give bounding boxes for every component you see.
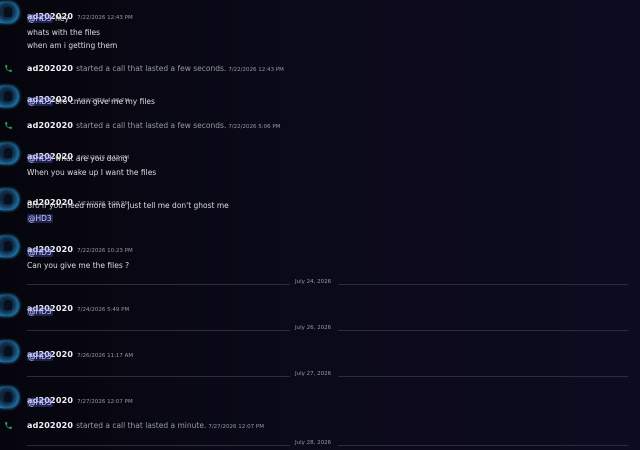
- user-mention[interactable]: @HD3: [27, 352, 53, 361]
- message-text: @HD3 hey: [27, 14, 69, 23]
- user-mention[interactable]: @HD3: [27, 398, 53, 407]
- message-list: ad202020 7/22/2026 12:43 PM @HD3 hey what…: [0, 0, 640, 450]
- message-timestamp: 7/22/2026 12:43 PM: [77, 15, 133, 21]
- call-event: ad202020 started a call that lasted a min…: [27, 421, 264, 430]
- call-event: ad202020 started a call that lasted a few…: [27, 64, 284, 73]
- call-event: ad202020 started a call that lasted a few…: [27, 121, 280, 130]
- user-mention[interactable]: @HD3: [27, 214, 53, 223]
- message-text: @HD3: [27, 307, 53, 316]
- username[interactable]: ad202020: [27, 421, 73, 430]
- username[interactable]: ad202020: [27, 64, 73, 73]
- date-divider: July 28, 2026: [0, 440, 640, 450]
- phone-icon: [5, 122, 12, 129]
- call-timestamp: 7/22/2026 12:43 PM: [228, 67, 284, 73]
- message-content: bro cmon give me my files: [55, 97, 155, 106]
- user-avatar[interactable]: [0, 236, 19, 257]
- message-text: @HD3: [27, 352, 53, 361]
- user-mention[interactable]: @HD3: [27, 248, 53, 257]
- user-avatar[interactable]: [0, 2, 19, 23]
- user-avatar[interactable]: [0, 295, 19, 316]
- user-mention[interactable]: @HD3: [27, 14, 53, 23]
- user-avatar[interactable]: [0, 387, 19, 408]
- date-divider: July 27, 2026: [0, 371, 640, 381]
- user-avatar[interactable]: [0, 86, 19, 107]
- call-description: started a call that lasted a minute.: [76, 421, 207, 430]
- message-content: hey: [55, 14, 69, 23]
- call-description: started a call that lasted a few seconds…: [76, 64, 227, 73]
- phone-icon: [5, 65, 12, 72]
- message-text: When you wake up I want the files: [27, 168, 157, 177]
- date-divider-label: July 26, 2026: [295, 325, 332, 331]
- message-text: @HD3: [27, 214, 53, 223]
- message-timestamp: 7/26/2026 11:17 AM: [77, 353, 134, 359]
- user-mention[interactable]: @HD3: [27, 154, 53, 163]
- message-text: @HD3: [27, 398, 53, 407]
- message-text: @HD3 bro cmon give me my files: [27, 97, 155, 106]
- user-mention[interactable]: @HD3: [27, 307, 53, 316]
- date-divider-label: July 27, 2026: [295, 371, 332, 377]
- message-text: Can you give me the files ?: [27, 261, 130, 270]
- call-timestamp: 7/27/2026 12:07 PM: [208, 424, 264, 430]
- call-description: started a call that lasted a few seconds…: [76, 121, 227, 130]
- username[interactable]: ad202020: [27, 121, 73, 130]
- message-text: @HD3: [27, 248, 53, 257]
- date-divider-label: July 24, 2026: [295, 279, 332, 285]
- message-content: what are you doing: [55, 154, 128, 163]
- message-text: Bro if you need more time just tell me d…: [27, 201, 229, 210]
- user-avatar[interactable]: [0, 341, 19, 362]
- call-timestamp: 7/22/2026 5:06 PM: [228, 124, 281, 130]
- user-avatar[interactable]: [0, 189, 19, 210]
- message-text: whats with the files: [27, 28, 101, 37]
- user-avatar[interactable]: [0, 143, 19, 164]
- message-text: @HD3 what are you doing: [27, 154, 128, 163]
- message-timestamp: 7/22/2026 10:23 PM: [77, 248, 133, 254]
- date-divider: July 24, 2026: [0, 279, 640, 289]
- user-mention[interactable]: @HD3: [27, 97, 53, 106]
- date-divider-label: July 28, 2026: [295, 440, 332, 446]
- phone-icon: [5, 422, 12, 429]
- message-text: when am i getting them: [27, 41, 118, 50]
- message-timestamp: 7/24/2026 5:49 PM: [77, 307, 130, 313]
- message-timestamp: 7/27/2026 12:07 PM: [77, 399, 133, 405]
- date-divider: July 26, 2026: [0, 325, 640, 335]
